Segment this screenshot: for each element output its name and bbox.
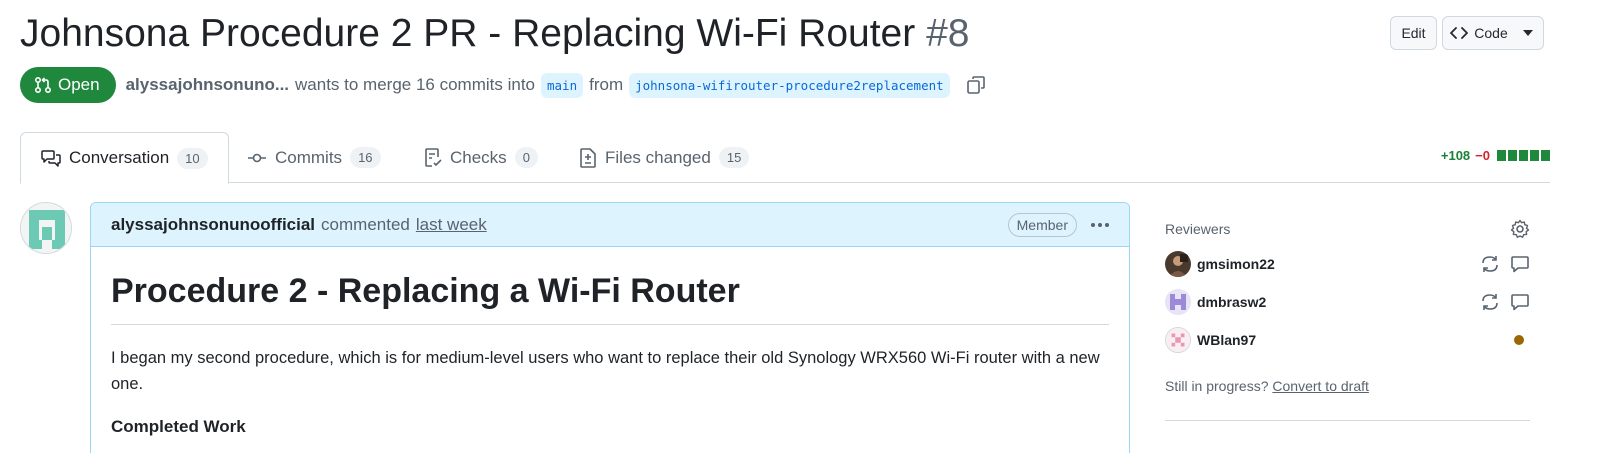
merge-text: wants to merge 16 commits into [295, 75, 535, 94]
reviewers-label: Reviewers [1165, 221, 1231, 237]
pr-tabs: Conversation 10 Commits 16 Checks 0 File… [20, 132, 1550, 184]
comment-icon [1511, 294, 1529, 311]
tab-checks-count: 0 [514, 147, 538, 168]
comment-heading: Procedure 2 - Replacing a Wi-Fi Router [111, 271, 1109, 325]
comment-subheading: Completed Work [111, 417, 246, 436]
sidebar: Reviewers gmsimon22 dmbrasw2 WBlan97 Sti… [1165, 218, 1530, 421]
checklist-icon [425, 147, 442, 167]
comment-body: Procedure 2 - Replacing a Wi-Fi Router I… [91, 271, 1129, 437]
reviewer-actions [1480, 254, 1530, 274]
comment-author[interactable]: alyssajohnsonunoofficial [111, 215, 315, 235]
gear-icon[interactable] [1510, 219, 1530, 239]
diffstat: +108 −0 [1441, 148, 1550, 163]
head-branch[interactable]: johnsona-wifirouter-procedure2replacemen… [629, 72, 950, 98]
reviewer-row: WBlan97 [1165, 326, 1530, 354]
code-button[interactable]: Code [1442, 16, 1544, 50]
reviewer-avatar[interactable] [1165, 251, 1191, 277]
draft-question: Still in progress? [1165, 378, 1269, 394]
reviewer-row: gmsimon22 [1165, 250, 1530, 278]
reviewer-avatar[interactable] [1165, 327, 1191, 353]
triangle-down-icon [1522, 30, 1533, 36]
tab-files-changed-count: 15 [718, 147, 750, 168]
convert-to-draft-link[interactable]: Convert to draft [1272, 378, 1369, 394]
diffstat-block [1508, 150, 1517, 161]
comment-icon [1511, 256, 1529, 273]
tab-checks[interactable]: Checks 0 [404, 132, 558, 183]
reviewers-heading: Reviewers [1165, 218, 1530, 240]
pr-meta: Open alyssajohnsonuno... wants to merge … [20, 66, 1120, 104]
tab-conversation-count: 10 [177, 147, 208, 169]
comment-discussion-icon [41, 150, 61, 167]
state-label: Open [58, 75, 100, 94]
code-button-label: Code [1474, 25, 1508, 41]
reviewer-actions [1514, 335, 1530, 345]
pr-author-link[interactable]: alyssajohnsonuno... [126, 75, 289, 95]
kebab-horizontal-icon[interactable] [1091, 222, 1109, 227]
edit-button[interactable]: Edit [1390, 16, 1437, 50]
base-branch[interactable]: main [541, 72, 584, 98]
tab-checks-label: Checks [450, 147, 507, 167]
comment-paragraph: I began my second procedure, which is fo… [111, 349, 1100, 393]
git-commit-icon [248, 153, 266, 162]
reviewer-name[interactable]: dmbrasw2 [1197, 294, 1266, 310]
reviewer-name[interactable]: gmsimon22 [1197, 256, 1275, 272]
pr-number: #8 [926, 12, 970, 55]
comment-timestamp[interactable]: last week [416, 215, 487, 235]
pr-header: Johnsona Procedure 2 PR - Replacing Wi-F… [20, 10, 1550, 60]
tab-commits-label: Commits [275, 147, 343, 167]
code-icon [1450, 27, 1469, 39]
reviewer-row: dmbrasw2 [1165, 288, 1530, 316]
pending-review-dot-icon [1514, 335, 1524, 345]
comment-action: commented [321, 214, 410, 234]
copy-icon[interactable] [966, 75, 986, 95]
diffstat-bar [1497, 150, 1550, 161]
pr-title: Johnsona Procedure 2 PR - Replacing Wi-F… [20, 10, 969, 58]
reviewer-avatar[interactable] [1165, 289, 1191, 315]
tab-conversation-label: Conversation [69, 148, 170, 167]
draft-row: Still in progress? Convert to draft [1165, 378, 1530, 394]
diffstat-block [1519, 150, 1528, 161]
comment-author-avatar[interactable] [20, 202, 72, 254]
diffstat-deletions: −0 [1475, 148, 1490, 163]
sync-icon[interactable] [1480, 254, 1500, 274]
comment-header: alyssajohnsonunoofficial commented last … [91, 203, 1129, 247]
diffstat-block [1541, 150, 1550, 161]
pr-title-text: Johnsona Procedure 2 PR - Replacing Wi-F… [20, 12, 916, 55]
reviewer-actions [1480, 292, 1530, 312]
tab-commits[interactable]: Commits 16 [227, 132, 401, 183]
role-badge: Member [1007, 212, 1077, 237]
file-diff-icon [580, 147, 596, 168]
reviewer-name[interactable]: WBlan97 [1197, 332, 1256, 348]
tab-conversation[interactable]: Conversation 10 [20, 132, 229, 184]
comment-box: alyssajohnsonunoofficial commented last … [90, 202, 1130, 453]
tab-files-changed-label: Files changed [605, 147, 711, 167]
diffstat-additions: +108 [1440, 148, 1471, 163]
from-text: from [589, 75, 624, 94]
tab-files-changed[interactable]: Files changed 15 [559, 132, 769, 183]
sidebar-divider [1165, 420, 1530, 421]
state-badge: Open [20, 67, 116, 103]
sync-icon[interactable] [1480, 292, 1500, 312]
diffstat-block [1530, 150, 1539, 161]
git-pull-request-icon [34, 76, 52, 94]
tab-commits-count: 16 [350, 147, 381, 168]
diffstat-block [1497, 150, 1506, 161]
